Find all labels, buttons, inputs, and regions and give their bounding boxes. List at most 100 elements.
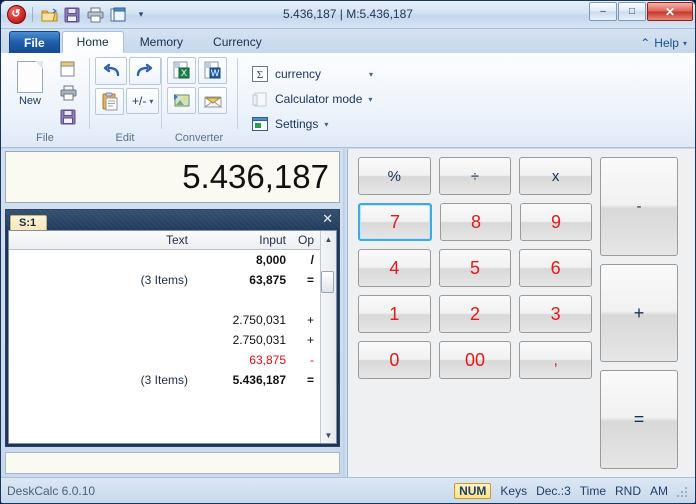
key-6[interactable]: 6 bbox=[519, 249, 593, 287]
key-divide[interactable]: ÷ bbox=[438, 157, 512, 195]
maximize-button[interactable]: □ bbox=[618, 2, 646, 21]
qat-dropdown-icon[interactable]: ▾ bbox=[131, 5, 151, 25]
column-header-op: Op bbox=[297, 233, 314, 247]
key-4[interactable]: 4 bbox=[358, 249, 431, 287]
save-icon[interactable] bbox=[56, 105, 80, 128]
tab-memory[interactable]: Memory bbox=[126, 31, 197, 53]
status-num[interactable]: NUM bbox=[454, 482, 492, 499]
main-display[interactable]: 5.436,187 bbox=[5, 151, 340, 203]
tape-body: Text Input Op 8,000 / (3 Items) 63,875 =… bbox=[8, 230, 337, 444]
key-equals[interactable]: = bbox=[600, 370, 678, 470]
currency-menu-label: currency bbox=[275, 67, 322, 81]
table-row[interactable] bbox=[9, 290, 320, 310]
open-icon[interactable] bbox=[39, 5, 59, 25]
chevron-down-icon: ▾ bbox=[682, 38, 687, 48]
key-5[interactable]: 5 bbox=[438, 249, 512, 287]
sign-toggle-label: +/- bbox=[132, 94, 147, 108]
key-8[interactable]: 8 bbox=[440, 203, 512, 241]
table-row[interactable]: 8,000 / bbox=[9, 250, 320, 270]
tape-header: S:1 ✕ bbox=[6, 210, 339, 230]
chevron-up-icon: ⌃ bbox=[640, 36, 651, 50]
print-icon[interactable] bbox=[56, 81, 80, 104]
key-9[interactable]: 9 bbox=[520, 203, 592, 241]
ribbon-tab-strip: File Home Memory Currency ⌃ Help ▾ bbox=[1, 29, 695, 53]
row-input: 2.750,031 bbox=[232, 313, 286, 327]
row-op: + bbox=[306, 313, 314, 327]
paste-icon[interactable] bbox=[95, 88, 124, 115]
settings-icon bbox=[251, 115, 269, 133]
status-decimals[interactable]: Dec.:3 bbox=[536, 484, 571, 498]
chevron-down-icon: ▾ bbox=[324, 119, 329, 129]
key-0[interactable]: 0 bbox=[358, 341, 431, 379]
row-input: 63,875 bbox=[249, 353, 286, 367]
status-keys[interactable]: Keys bbox=[500, 484, 527, 498]
send-email-icon[interactable] bbox=[198, 87, 227, 114]
svg-text:X: X bbox=[180, 68, 186, 78]
key-1[interactable]: 1 bbox=[358, 295, 431, 333]
key-plus[interactable]: + bbox=[600, 263, 678, 363]
tape-close-icon[interactable]: ✕ bbox=[322, 212, 333, 226]
key-percent[interactable]: % bbox=[358, 157, 431, 195]
status-time[interactable]: Time bbox=[580, 484, 606, 498]
sigma-icon: Σ bbox=[251, 65, 269, 83]
redo-icon[interactable] bbox=[129, 57, 161, 85]
ribbon: New File +/- ▾ Edit X W Converter Σ curr… bbox=[1, 53, 695, 148]
row-op: / bbox=[310, 253, 314, 267]
settings-label: Settings bbox=[275, 117, 319, 131]
new-button[interactable]: New bbox=[7, 57, 53, 107]
table-row[interactable]: 2.750,031 + bbox=[9, 310, 320, 330]
sign-toggle-button[interactable]: +/- ▾ bbox=[126, 88, 160, 114]
undo-icon[interactable] bbox=[95, 57, 127, 85]
tape-rows: 8,000 / (3 Items) 63,875 = 2.750,031 + 2… bbox=[9, 250, 320, 443]
scrollbar-thumb[interactable] bbox=[321, 271, 334, 293]
status-rnd[interactable]: RND bbox=[615, 484, 641, 498]
app-logo-icon[interactable]: ↺ bbox=[6, 5, 26, 25]
key-comma[interactable]: , bbox=[519, 341, 593, 379]
row-input: 63,875 bbox=[249, 273, 286, 287]
tape-scrollbar[interactable]: ▲ ▼ bbox=[320, 231, 336, 443]
calculator-mode-menu[interactable]: Calculator mode ▾ bbox=[247, 88, 377, 110]
key-3[interactable]: 3 bbox=[519, 295, 593, 333]
table-row[interactable]: 63,875 - bbox=[9, 350, 320, 370]
settings-menu[interactable]: Settings ▾ bbox=[247, 113, 377, 135]
table-row[interactable]: (3 Items) 5.436,187 = bbox=[9, 370, 320, 390]
new-document-icon bbox=[17, 61, 43, 93]
key-minus[interactable]: - bbox=[600, 157, 678, 256]
row-input: 5.436,187 bbox=[232, 373, 286, 387]
chevron-down-icon: ▾ bbox=[149, 96, 154, 106]
keypad-side: - + = bbox=[600, 157, 678, 470]
keypad-row: 1 2 3 bbox=[358, 295, 593, 333]
sheet-tab-s1[interactable]: S:1 bbox=[10, 215, 48, 230]
scroll-up-icon[interactable]: ▲ bbox=[322, 232, 336, 246]
tab-home[interactable]: Home bbox=[61, 31, 124, 53]
close-button[interactable]: ✕ bbox=[647, 2, 693, 21]
key-multiply[interactable]: x bbox=[519, 157, 593, 195]
tab-currency[interactable]: Currency bbox=[199, 31, 276, 53]
left-pane: 5.436,187 S:1 ✕ Text Input Op 8,000 / (3… bbox=[1, 149, 343, 477]
key-2[interactable]: 2 bbox=[438, 295, 512, 333]
export-excel-icon[interactable]: X bbox=[167, 57, 196, 84]
save-icon[interactable] bbox=[62, 5, 82, 25]
title-bar: ↺ ▾ 5.436,187 | M:5.436,187 – □ ✕ bbox=[1, 1, 695, 29]
print-icon[interactable] bbox=[85, 5, 105, 25]
new-window-icon[interactable] bbox=[108, 5, 128, 25]
table-row[interactable]: (3 Items) 63,875 = bbox=[9, 270, 320, 290]
export-image-icon[interactable] bbox=[167, 87, 196, 114]
ribbon-group-converter: X W Converter bbox=[161, 53, 237, 147]
key-00[interactable]: 00 bbox=[438, 341, 512, 379]
calculator-mode-icon bbox=[251, 90, 269, 108]
resize-grip-icon[interactable] bbox=[677, 485, 689, 497]
export-word-icon[interactable]: W bbox=[198, 57, 227, 84]
row-input: 8,000 bbox=[255, 253, 286, 267]
scroll-down-icon[interactable]: ▼ bbox=[322, 428, 336, 442]
currency-menu[interactable]: Σ currency ▾ bbox=[247, 63, 377, 85]
table-row[interactable]: 2.750,031 + bbox=[9, 330, 320, 350]
ribbon-group-converter-label: Converter bbox=[174, 132, 224, 144]
open-document-icon[interactable] bbox=[56, 57, 80, 80]
help-button[interactable]: ⌃ Help ▾ bbox=[640, 36, 687, 50]
status-am[interactable]: AM bbox=[650, 484, 668, 498]
minimize-button[interactable]: – bbox=[589, 2, 617, 21]
key-7[interactable]: 7 bbox=[358, 203, 432, 241]
tab-file[interactable]: File bbox=[9, 31, 60, 53]
note-panel[interactable] bbox=[5, 452, 340, 474]
